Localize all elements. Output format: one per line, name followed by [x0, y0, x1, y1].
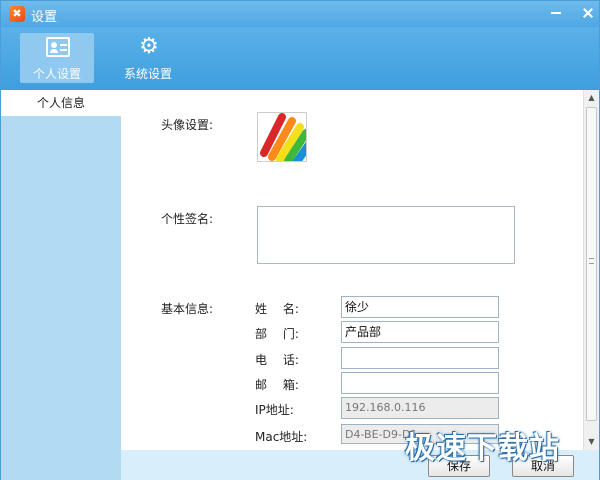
watermark-logo: 极速下载站 [405, 431, 560, 466]
window-title: 设置 [31, 10, 58, 25]
left-nav: 个人信息 [1, 90, 121, 480]
mac-label: Mac地址: [255, 430, 308, 444]
email-label: 邮 箱: [255, 378, 299, 392]
scroll-thumb[interactable] [586, 107, 597, 421]
minimize-button[interactable] [545, 4, 567, 22]
department-label: 部 门: [255, 327, 299, 341]
settings-window: ✖ 设置 个人设置 ⚙ 系统设置 个人信息 头像设置: 个性签名: 基本信息: … [0, 0, 600, 480]
toolbar: 个人设置 ⚙ 系统设置 [1, 27, 599, 90]
tab-label: 个人设置 [32, 67, 81, 81]
tab-label: 系统设置 [123, 67, 172, 81]
ip-label: IP地址: [255, 403, 294, 417]
basic-info-label: 基本信息: [161, 302, 214, 316]
name-input[interactable]: 徐少 [341, 296, 499, 318]
grip-icon [589, 258, 594, 264]
scroll-down-arrow-icon[interactable]: ▼ [584, 434, 599, 450]
signature-textarea[interactable] [257, 206, 515, 264]
phone-input[interactable] [341, 347, 499, 369]
title-bar[interactable]: ✖ 设置 [1, 1, 599, 27]
gear-icon: ⚙ [139, 34, 159, 59]
close-button[interactable] [577, 4, 599, 22]
scroll-up-arrow-icon[interactable]: ▲ [584, 90, 599, 106]
nav-item-personal-info[interactable]: 个人信息 [1, 90, 121, 116]
tab-personal-settings[interactable]: 个人设置 [20, 33, 94, 83]
department-input[interactable]: 产品部 [341, 321, 499, 343]
minimize-icon [551, 12, 561, 14]
avatar[interactable] [257, 112, 307, 162]
avatar-label: 头像设置: [161, 118, 214, 132]
contact-card-icon [46, 37, 70, 57]
crayons-image [258, 113, 306, 161]
email-input[interactable] [341, 372, 499, 394]
tab-system-settings[interactable]: ⚙ 系统设置 [111, 33, 185, 83]
phone-label: 电 话: [255, 353, 299, 367]
signature-label: 个性签名: [161, 212, 214, 226]
settings-content: 头像设置: 个性签名: 基本信息: 姓 名: 徐少 部 门: 产品部 电 话: … [121, 90, 583, 450]
app-logo-icon: ✖ [9, 6, 25, 22]
name-label: 姓 名: [255, 302, 299, 316]
vertical-scrollbar[interactable]: ▲ ▼ [583, 90, 599, 450]
ip-input: 192.168.0.116 [341, 397, 499, 419]
